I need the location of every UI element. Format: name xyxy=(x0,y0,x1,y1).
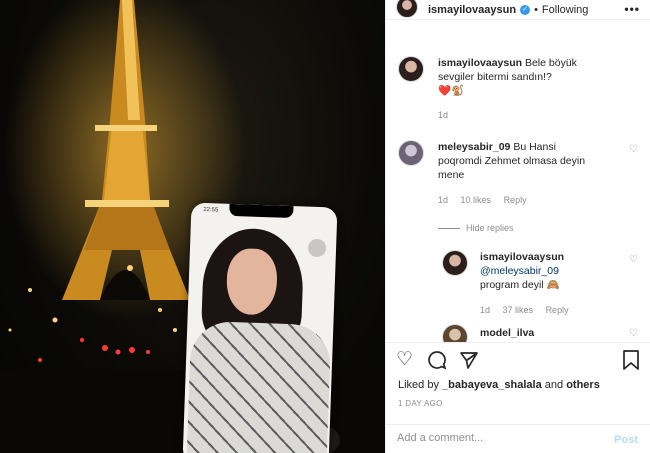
following-button[interactable]: Following xyxy=(542,4,588,16)
comment-username[interactable]: meleysabir_09 xyxy=(438,141,510,153)
liked-by-others-link[interactable]: others xyxy=(566,379,600,391)
comment-username[interactable]: ismayilovaaysun xyxy=(438,57,522,69)
post-photo[interactable]: 22:55 xyxy=(0,0,385,453)
avatar[interactable] xyxy=(398,140,424,166)
like-comment-heart-icon[interactable]: ♡ xyxy=(629,328,638,339)
liked-by-prefix: Liked by xyxy=(398,379,443,391)
reply-button[interactable]: Reply xyxy=(504,195,527,205)
phone-in-hand: 22:55 xyxy=(182,202,338,453)
action-bar: ♡ xyxy=(396,350,640,374)
replies-line xyxy=(438,228,460,230)
comment-text-cont: poqromdi Zehmet olmasa deyin xyxy=(438,155,586,167)
phone-time: 22:55 xyxy=(203,206,219,214)
post-timestamp[interactable]: 1 DAY AGO xyxy=(398,399,443,408)
share-icon[interactable] xyxy=(459,350,479,370)
reply-button[interactable]: Reply xyxy=(546,305,569,315)
comment-body: model_ilva xyxy=(480,326,534,340)
comment-likes[interactable]: 10 likes xyxy=(461,195,492,205)
comment-icon[interactable] xyxy=(427,350,447,370)
avatar[interactable] xyxy=(442,250,468,276)
comment-emoji: ❤️🐒 xyxy=(438,85,465,97)
comment-mention[interactable]: @meleysabir_09 xyxy=(480,265,559,277)
comment-meta: 1d 37 likes Reply xyxy=(480,305,579,315)
liked-by-and: and xyxy=(541,379,567,391)
heart-icon[interactable]: ♡ xyxy=(396,350,413,370)
comment-text: program deyil 🙈 xyxy=(480,279,560,291)
comment-username[interactable]: ismayilovaaysun xyxy=(480,251,564,263)
comment-time[interactable]: 1d xyxy=(480,305,490,315)
avatar[interactable] xyxy=(396,0,418,18)
header-username[interactable]: ismayilovaaysun xyxy=(428,4,516,16)
verified-icon: ✓ xyxy=(520,4,531,15)
post-comment-button[interactable]: Post xyxy=(614,434,638,446)
liked-by-user-link[interactable]: _babayeva_shalala xyxy=(442,379,542,391)
more-options-icon[interactable]: ••• xyxy=(624,2,640,16)
comment-time[interactable]: 1d xyxy=(438,110,448,120)
separator-dot: • xyxy=(534,3,538,16)
like-comment-heart-icon[interactable]: ♡ xyxy=(629,144,638,155)
photo-sweater xyxy=(186,320,332,453)
comment-text: Bele böyük xyxy=(524,57,577,69)
post-side-panel: ismayilovaaysun ✓ • Following ••• ismayi… xyxy=(385,0,650,453)
comment-likes[interactable]: 37 likes xyxy=(503,305,534,315)
comment-text-cont2: mene xyxy=(438,169,465,181)
avatar[interactable] xyxy=(442,324,468,342)
hide-replies-button[interactable]: Hide replies xyxy=(466,223,514,233)
post-header: ismayilovaaysun ✓ • Following ••• xyxy=(386,0,650,20)
like-comment-heart-icon[interactable]: ♡ xyxy=(629,254,638,265)
phone-notch xyxy=(229,203,294,219)
liked-by-text: Liked by _babayeva_shalala and others xyxy=(398,379,600,391)
comment-text: Bu Hansi xyxy=(513,141,556,153)
phone-assistive-button xyxy=(307,238,327,258)
comment-time[interactable]: 1d xyxy=(438,195,448,205)
comment-body: ismayilovaaysun Bele böyük sevgiler bite… xyxy=(438,56,638,98)
comment-body: ismayilovaaysun @meleysabir_09 program d… xyxy=(480,250,620,292)
comments-list[interactable]: ismayilovaaysun Bele böyük sevgiler bite… xyxy=(386,36,650,343)
comment-username[interactable]: model_ilva xyxy=(480,327,534,339)
comment-input[interactable] xyxy=(397,432,597,444)
bookmark-icon[interactable] xyxy=(622,350,640,370)
hide-replies-row[interactable]: Hide replies xyxy=(438,223,524,233)
comment-body: meleysabir_09 Bu Hansi poqromdi Zehmet o… xyxy=(438,140,618,182)
avatar[interactable] xyxy=(398,56,424,82)
comment-text-cont: sevgiler bitermi sandın!? xyxy=(438,71,552,83)
comment-meta: 1d 10 likes Reply xyxy=(438,195,537,205)
comment-meta: 1d xyxy=(438,110,458,120)
add-comment-bar: Post xyxy=(386,424,650,453)
